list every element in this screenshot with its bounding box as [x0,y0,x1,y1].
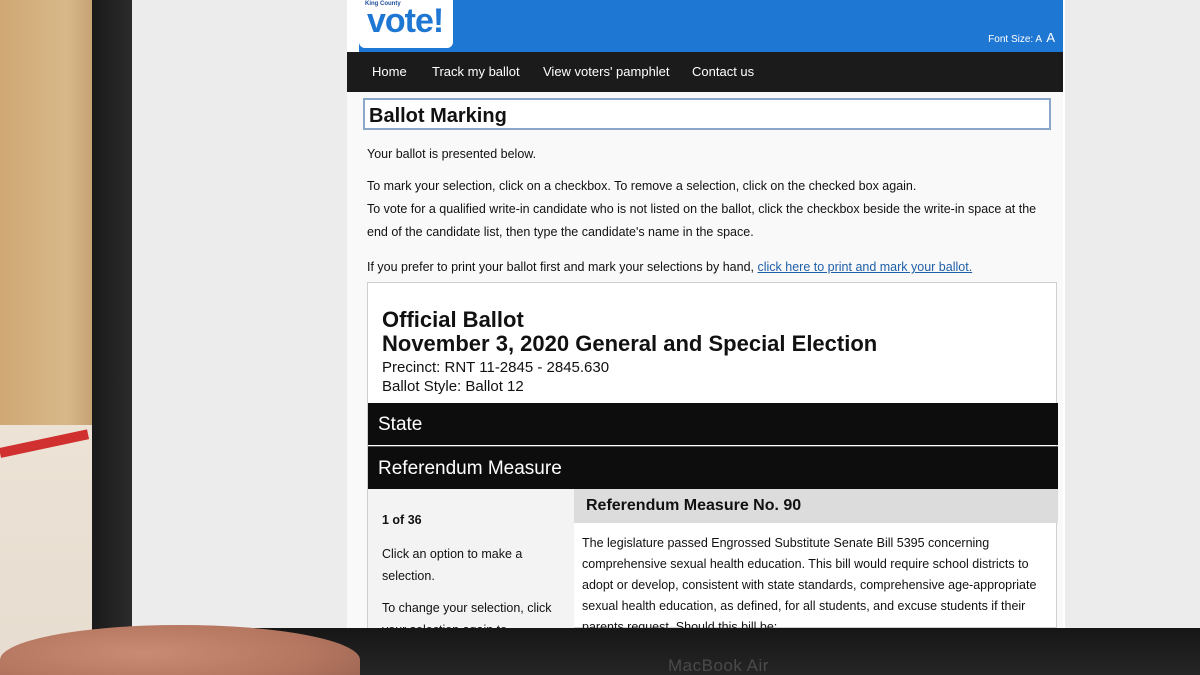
section-title: State [378,414,423,435]
help-select-text: Click an option to make a selection. [382,547,523,583]
print-prefix-text: If you prefer to print your ballot first… [367,260,754,274]
font-size-control: Font Size: A A [988,30,1055,45]
nav-contact[interactable]: Contact us [692,64,754,79]
precinct-info: Precinct: RNT 11-2845 - 2845.630 [382,359,610,376]
laptop-bezel-left [92,0,132,675]
measure-title: Referendum Measure No. 90 [586,497,802,514]
logo-vote-text: vote! [367,2,444,40]
ballot-heading: Official Ballot [382,307,524,332]
election-title: November 3, 2020 General and Special Ele… [382,331,878,356]
site-logo[interactable]: King County vote! [359,0,453,48]
print-instruction: If you prefer to print your ballot first… [367,256,1047,279]
web-page: King County vote! Font Size: A A Home Tr… [347,0,1065,628]
page-title: Ballot Marking [369,105,507,127]
official-ballot: Official Ballot November 3, 2020 General… [367,282,1058,628]
section-band-state: State [368,403,1058,445]
laptop-screen: King County vote! Font Size: A A Home Tr… [132,0,1200,628]
intro-text: Your ballot is presented below. [367,147,537,161]
main-content: Ballot Marking Your ballot is presented … [347,92,1063,628]
font-size-large-button[interactable]: A [1046,30,1055,45]
contest-counter: 1 of 36 [382,513,422,527]
nav-home[interactable]: Home [372,64,407,79]
site-header: King County vote! Font Size: A A [359,0,1063,52]
instruction-mark: To mark your selection, click on a check… [367,179,917,193]
main-nav: Home Track my ballot View voters' pamphl… [347,52,1063,92]
device-label: MacBook Air [668,656,769,675]
instruction-writein: To vote for a qualified write-in candida… [367,202,1037,239]
nav-voters-pamphlet[interactable]: View voters' pamphlet [543,64,670,79]
font-size-small-button[interactable]: A [1035,34,1041,45]
page-title-box: Ballot Marking [363,98,1051,130]
subsection-title: Referendum Measure [378,458,562,479]
ballot-style-info: Ballot Style: Ballot 12 [382,378,524,395]
help-change-text: To change your selection, click your sel… [382,601,552,628]
nav-track-ballot[interactable]: Track my ballot [432,64,520,79]
font-size-label: Font Size: [988,34,1034,45]
ballot-help-column: 1 of 36 Click an option to make a select… [368,489,574,628]
measure-description: The legislature passed Engrossed Substit… [582,536,1037,628]
print-ballot-link[interactable]: click here to print and mark your ballot… [757,260,972,274]
subsection-band: Referendum Measure [368,446,1058,489]
measure-header: Referendum Measure No. 90 [574,489,1058,523]
